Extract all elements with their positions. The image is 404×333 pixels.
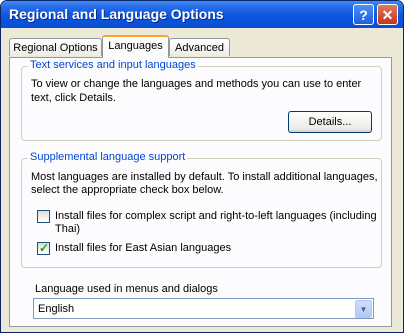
- supplemental-description-line1: Most languages are installed by default.…: [31, 171, 378, 183]
- complex-script-label-line1[interactable]: Install files for complex script and rig…: [55, 210, 377, 223]
- text-services-legend: Text services and input languages: [28, 59, 198, 71]
- supplemental-legend: Supplemental language support: [28, 151, 188, 163]
- menu-language-label: Language used in menus and dialogs: [35, 283, 218, 295]
- text-services-group: Text services and input languages To vie…: [21, 59, 382, 141]
- chevron-down-icon[interactable]: ▼: [355, 300, 372, 318]
- text-services-description-line1: To view or change the languages and meth…: [31, 78, 362, 90]
- complex-script-checkbox[interactable]: [37, 210, 50, 223]
- languages-panel: Text services and input languages To vie…: [9, 57, 392, 327]
- east-asian-checkbox[interactable]: ✓: [37, 241, 50, 255]
- menu-language-select[interactable]: English ▼: [33, 298, 374, 319]
- help-button[interactable]: ?: [353, 4, 374, 25]
- details-button[interactable]: Details...: [288, 111, 372, 133]
- menu-language-value: English: [38, 303, 75, 315]
- text-services-description-line2: text, click Details.: [31, 92, 116, 104]
- complex-script-label-line2[interactable]: Thai): [55, 223, 80, 236]
- tab-languages[interactable]: Languages: [102, 35, 169, 58]
- supplemental-group: Supplemental language support Most langu…: [21, 151, 382, 268]
- dialog-window: Regional and Language Options ? ✕ Region…: [0, 0, 404, 333]
- tab-regional-options[interactable]: Regional Options: [9, 38, 102, 56]
- window-title: Regional and Language Options: [9, 6, 224, 22]
- east-asian-label[interactable]: Install files for East Asian languages: [55, 242, 231, 255]
- tab-advanced[interactable]: Advanced: [169, 38, 230, 56]
- close-button[interactable]: ✕: [377, 4, 398, 25]
- supplemental-description-line2: select the appropriate check box below.: [31, 184, 224, 196]
- title-bar[interactable]: Regional and Language Options ? ✕: [1, 1, 403, 28]
- checkmark-icon: ✓: [39, 241, 50, 255]
